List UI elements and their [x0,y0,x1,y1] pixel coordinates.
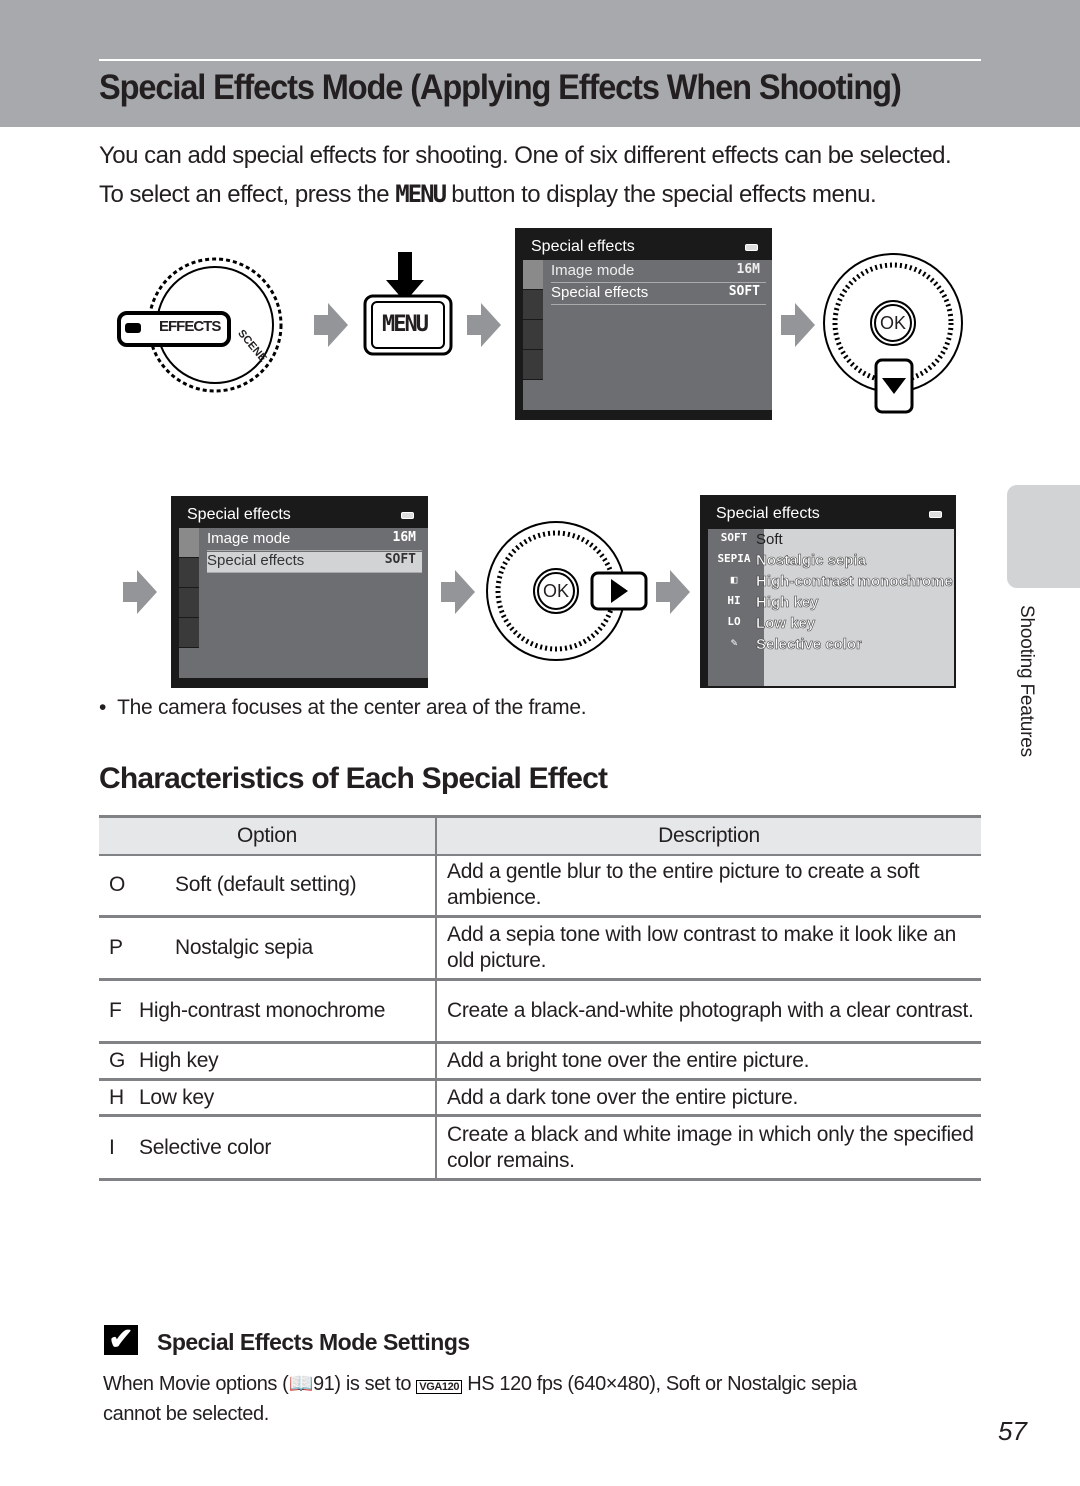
menu-row-image-mode: Image mode 16M [207,530,422,551]
option-cell: F High-contrast monochrome [99,979,437,1044]
note-title: Special Effects Mode Settings [157,1329,470,1355]
effect-item-low-key: LO Low key [727,615,816,633]
option-cell: I Selective color [99,1115,437,1181]
intro-line-1: You can add special effects for shooting… [99,142,952,169]
description-cell: Add a sepia tone with low contrast to ma… [436,916,981,981]
note-text: When Movie options (📖91) is set to VGA12… [103,1373,857,1425]
option-label: High key [139,1049,219,1072]
intro-text: To select an effect, press the [99,181,396,208]
camera-screen-menu: Special effects Image mode 16M Special ef… [171,496,428,688]
option-cell: H Low key [99,1079,437,1117]
description-cell: Add a dark tone over the entire picture. [436,1079,981,1117]
table-row: G High key Add a bright tone over the enti… [99,1042,981,1081]
arrow-right-icon [656,570,690,614]
option-label: Selective color [139,1135,272,1159]
camera-screen-menu: Special effects Image mode 16M Special ef… [515,228,772,420]
effect-item-sepia: SEPIA Nostalgic sepia [717,552,867,570]
battery-icon [929,511,942,518]
book-reference-icon: 📖 [288,1373,313,1395]
table-row: O Soft (default setting) Add a gentle blur… [99,854,981,918]
option-label: Soft (default setting) [175,873,357,897]
effect-icon: G [109,1049,126,1072]
page-number: 57 [998,1416,1027,1446]
effect-icon: I [109,1135,115,1159]
option-cell: O Soft (default setting) [99,854,437,918]
camera-screen-effects-list: Special effects SOFT Soft SEPIA Nostalgic … [700,495,956,688]
bullet-note: • The camera focuses at the center area … [99,696,587,719]
effect-icon: F [109,999,122,1022]
column-header-option: Option [99,815,437,856]
option-cell: P Nostalgic sepia [99,916,437,981]
intro-text: button to display the special effects me… [445,181,877,208]
description-cell: Create a black and white image in which … [436,1115,981,1181]
arrow-right-icon [314,303,348,347]
intro-line-2: To select an effect, press the MENU butt… [99,180,877,209]
menu-key-glyph: MENU [395,180,447,208]
effect-item-monochrome: ◧ High-contrast monochrome [730,573,953,591]
description-cell: Create a black-and-white photograph with… [436,979,981,1044]
effect-item-high-key: HI High key [727,594,819,612]
arrow-right-icon [441,570,475,614]
dial-effects-label: EFFECTS [159,318,221,335]
screen-title: Special effects [716,505,820,522]
option-label: Low key [139,1085,214,1109]
battery-icon [745,244,758,251]
description-cell: Add a bright tone over the entire pictur… [436,1042,981,1081]
movie-vga-icon: VGA120 [416,1380,463,1394]
description-cell: Add a gentle blur to the entire picture … [436,854,981,918]
battery-icon [401,512,414,519]
mode-dial-icon: EFFECTS SCENE [115,255,285,395]
arrow-right-icon [467,303,501,347]
multi-selector-down-icon: OK [822,252,967,417]
menu-button-label: MENU [382,312,429,337]
side-tab [1007,485,1080,588]
arrow-right-icon [123,570,157,614]
table-row: P Nostalgic sepia Add a sepia tone with lo… [99,916,981,981]
menu-row-image-mode: Image mode 16M [551,262,766,283]
menu-button-icon: MENU [362,252,454,358]
effect-icon: O [109,873,126,897]
table-row: F High-contrast monochrome Create a black-… [99,979,981,1044]
option-label: High-contrast monochrome [139,999,386,1022]
screen-title: Special effects [187,506,291,523]
check-icon: ✔ [104,1325,138,1355]
table-row: H Low key Add a dark tone over the entire … [99,1079,981,1117]
header-rule [99,59,981,61]
column-header-description: Description [436,815,981,856]
screen-title: Special effects [531,238,635,255]
effect-item-soft: SOFT Soft [720,531,783,548]
option-label: Nostalgic sepia [175,936,313,959]
arrow-right-icon [781,303,815,347]
menu-row-special-effects-selected: Special effects SOFT [207,552,422,573]
effect-item-selective-color: ✎ Selective color [730,636,863,654]
section-title: Characteristics of Each Special Effect [99,762,608,795]
table-row: I Selective color Create a black and white… [99,1115,981,1181]
ok-label: OK [880,313,907,333]
side-tab-label: Shooting Features [1016,605,1037,757]
effect-icon: H [109,1085,124,1109]
multi-selector-right-icon: OK [485,520,650,665]
effects-table: Option Description O Soft (default setting… [99,815,981,1181]
page-title: Special Effects Mode (Applying Effects W… [99,68,902,107]
ok-label: OK [543,581,570,601]
menu-row-special-effects: Special effects SOFT [551,284,766,305]
option-cell: G High key [99,1042,437,1081]
effect-icon: P [109,936,123,959]
